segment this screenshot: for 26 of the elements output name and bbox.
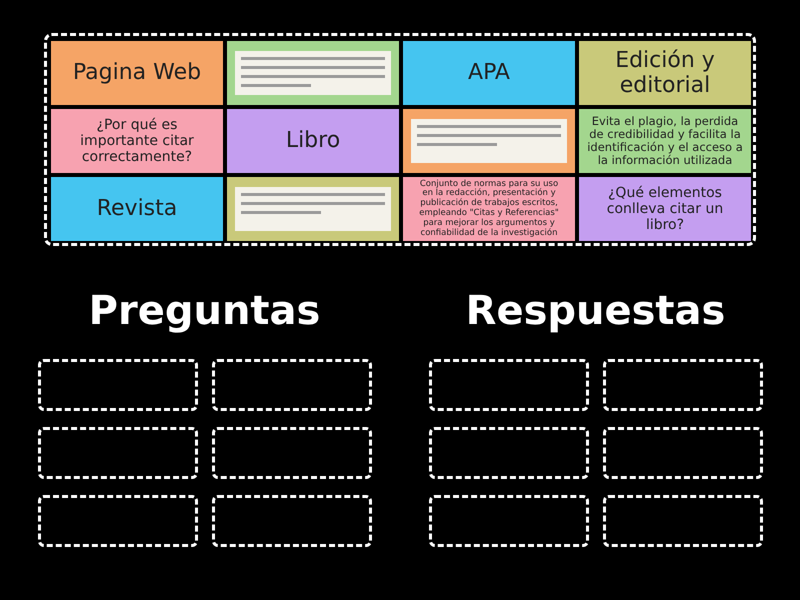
drop-slot[interactable] <box>602 359 762 411</box>
drop-slot[interactable] <box>212 427 372 479</box>
group-title: Preguntas <box>88 288 320 336</box>
answer-tile[interactable]: Revista <box>51 177 223 241</box>
drop-slot[interactable] <box>212 359 372 411</box>
answer-tile[interactable]: Libro <box>227 109 399 173</box>
image-tile[interactable] <box>227 177 399 241</box>
drop-slot[interactable] <box>428 495 588 547</box>
drop-slot[interactable] <box>428 427 588 479</box>
answer-tile[interactable]: Evita el plagio, la perdida de credibilidad y facilita la identificación y el acceso a la información utilizada <box>579 109 751 173</box>
drop-slot[interactable] <box>38 359 198 411</box>
drop-slot[interactable] <box>38 427 198 479</box>
answer-tile[interactable]: Conjunto de normas para su uso en la redacción, presentación y publicación de trabajos escritos, empleando "Citas y Referencias" para mejorar los argumentos y confiabilidad de la investigación <box>403 177 575 241</box>
answer-tile[interactable]: ¿Por qué es importante citar correctamente? <box>51 109 223 173</box>
image-tile[interactable] <box>227 41 399 105</box>
answer-tile[interactable]: APA <box>403 41 575 105</box>
drop-slot[interactable] <box>38 495 198 547</box>
drop-slot[interactable] <box>602 495 762 547</box>
drop-slot[interactable] <box>428 359 588 411</box>
drop-slot[interactable] <box>212 495 372 547</box>
drop-slot[interactable] <box>602 427 762 479</box>
answer-tile[interactable]: Edición y editorial <box>579 41 751 105</box>
image-tile[interactable] <box>403 109 575 173</box>
answer-tile[interactable]: Pagina Web <box>51 41 223 105</box>
answer-tile[interactable]: ¿Qué elementos conlleva citar un libro? <box>579 177 751 241</box>
group-title: Respuestas <box>466 288 726 336</box>
